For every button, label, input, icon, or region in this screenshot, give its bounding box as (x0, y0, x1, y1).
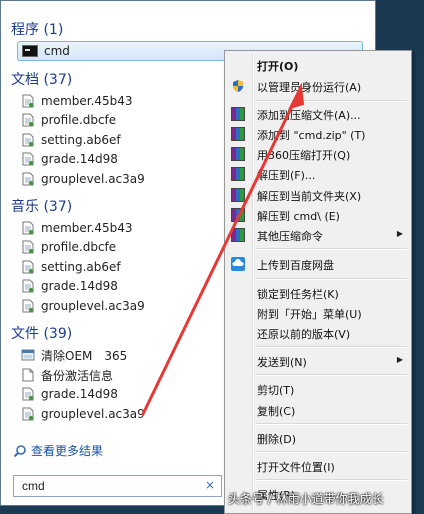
winrar-icon (231, 127, 245, 141)
clear-search-icon[interactable]: × (205, 478, 215, 492)
document-file-icon (22, 279, 34, 293)
winrar-icon (231, 208, 245, 222)
group-header-files[interactable]: 文件 (39) (11, 323, 72, 343)
list-item[interactable]: 清除OEM 365 (21, 346, 127, 364)
winrar-icon (231, 188, 245, 202)
list-item[interactable]: grouplevel.ac3a9 (21, 297, 145, 315)
blank-file-icon (22, 368, 34, 382)
menu-item-pin-taskbar[interactable]: 锁定到任务栏(K) (227, 283, 409, 303)
submenu-arrow-icon: ▶ (396, 355, 403, 364)
document-file-icon (22, 133, 34, 147)
result-label: cmd (44, 44, 70, 58)
baidu-cloud-icon (231, 257, 245, 271)
group-header-documents[interactable]: 文档 (37) (11, 69, 72, 89)
group-header-programs[interactable]: 程序 (1) (11, 19, 63, 39)
menu-separator (255, 248, 407, 250)
document-file-icon (22, 407, 34, 421)
document-file-icon (22, 260, 34, 274)
menu-item-cut[interactable]: 剪切(T) (227, 379, 409, 399)
list-item[interactable]: grade.14d98 (21, 277, 118, 295)
group-header-music[interactable]: 音乐 (37) (11, 196, 72, 216)
list-item[interactable]: setting.ab6ef (21, 258, 121, 276)
uac-shield-icon (233, 80, 243, 92)
submenu-arrow-icon: ▶ (396, 229, 403, 238)
list-item[interactable]: 备份激活信息 (21, 366, 113, 384)
winrar-icon (231, 107, 245, 121)
menu-item-other-compress[interactable]: 其他压缩命令 ▶ (227, 225, 409, 245)
menu-item-send-to[interactable]: 发送到(N) ▶ (227, 351, 409, 371)
winrar-icon (231, 147, 245, 161)
document-file-icon (22, 94, 34, 108)
menu-separator (255, 479, 407, 481)
console-icon (22, 45, 38, 57)
list-item[interactable]: grade.14d98 (21, 385, 118, 403)
menu-separator (255, 278, 407, 280)
see-more-results-link[interactable]: 查看更多结果 (13, 442, 103, 459)
document-file-icon (22, 240, 34, 254)
context-menu: 打开(O) 以管理员身份运行(A) 添加到压缩文件(A)... 添加到 "cmd… (224, 50, 412, 514)
document-file-icon (22, 152, 34, 166)
search-box[interactable]: × (13, 475, 222, 497)
list-item[interactable]: grade.14d98 (21, 150, 118, 168)
menu-item-open-with-360[interactable]: 用360压缩打开(Q) (227, 144, 409, 164)
menu-item-delete[interactable]: 删除(D) (227, 428, 409, 448)
list-item[interactable]: member.45b43 (21, 92, 133, 110)
list-item[interactable]: grouplevel.ac3a9 (21, 405, 145, 423)
watermark-text: 头条号 / 林雨小道带你我成长 (228, 492, 384, 506)
menu-item-extract-here[interactable]: 解压到当前文件夹(X) (227, 185, 409, 205)
menu-item-add-to-archive[interactable]: 添加到压缩文件(A)... (227, 104, 409, 124)
menu-item-run-as-admin[interactable]: 以管理员身份运行(A) (227, 76, 409, 96)
list-item[interactable]: grouplevel.ac3a9 (21, 170, 145, 188)
menu-item-pin-start[interactable]: 附到「开始」菜单(U) (227, 303, 409, 323)
list-item[interactable]: setting.ab6ef (21, 131, 121, 149)
document-file-icon (22, 387, 34, 401)
winrar-icon (231, 167, 245, 181)
document-file-icon (22, 113, 34, 127)
search-icon (13, 444, 26, 457)
menu-item-restore-versions[interactable]: 还原以前的版本(V) (227, 323, 409, 343)
document-file-icon (22, 299, 34, 313)
list-item[interactable]: profile.dbcfe (21, 111, 116, 129)
document-file-icon (22, 172, 34, 186)
menu-separator (255, 451, 407, 453)
winrar-icon (231, 228, 245, 242)
menu-separator (255, 423, 407, 425)
menu-item-extract-to-cmd[interactable]: 解压到 cmd\ (E) (227, 205, 409, 225)
menu-item-baidu-upload[interactable]: 上传到百度网盘 (227, 254, 409, 274)
menu-separator (255, 100, 407, 102)
search-input[interactable] (20, 478, 204, 494)
menu-item-copy[interactable]: 复制(C) (227, 400, 409, 420)
menu-item-extract-to[interactable]: 解压到(F)... (227, 164, 409, 184)
list-item[interactable]: profile.dbcfe (21, 238, 116, 256)
document-file-icon (22, 221, 34, 235)
program-file-icon (21, 349, 35, 361)
menu-item-open-location[interactable]: 打开文件位置(I) (227, 456, 409, 476)
menu-item-add-to-cmd-zip[interactable]: 添加到 "cmd.zip" (T) (227, 124, 409, 144)
menu-separator (255, 346, 407, 348)
list-item[interactable]: member.45b43 (21, 219, 133, 237)
menu-separator (255, 374, 407, 376)
menu-item-open[interactable]: 打开(O) (227, 55, 409, 75)
